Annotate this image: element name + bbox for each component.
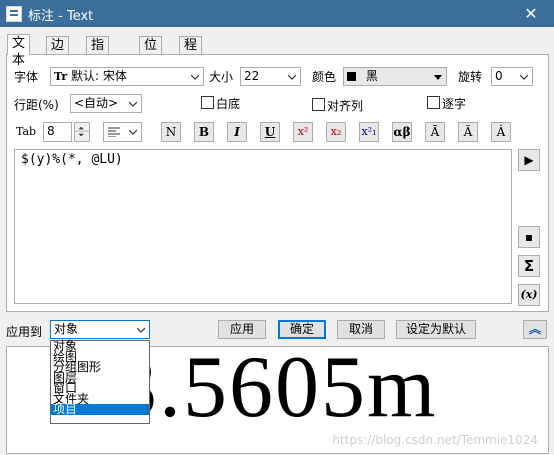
set-default-button[interactable]: 设定为默认 [396, 320, 476, 339]
chevron-down-icon [129, 129, 137, 135]
greek-button[interactable]: αβ [392, 122, 412, 142]
chevron-down-icon [129, 101, 137, 107]
title-bar: 标注 - Text ✕ [0, 0, 554, 27]
ok-button[interactable]: 确定 [278, 320, 326, 339]
superscript-button[interactable]: x² [293, 122, 313, 142]
underline-button[interactable]: U [260, 122, 280, 142]
alignment-select[interactable] [103, 122, 142, 142]
font-select[interactable]: Tr 默认: 宋体 [50, 67, 204, 86]
app-icon [6, 6, 22, 22]
per-character-checkbox[interactable] [427, 96, 440, 109]
apply-button[interactable]: 应用 [218, 320, 266, 339]
size-value: 22 [244, 69, 260, 83]
apply-to-value: 对象 [54, 322, 79, 336]
expand-arrow-button[interactable]: ▶ [518, 149, 540, 171]
pin-icon: ▪ [524, 230, 534, 244]
tab-programming[interactable]: 程序控制 [179, 36, 203, 104]
dropdown-option-selected[interactable]: 项目 [51, 403, 149, 415]
truetype-icon: Tr [54, 70, 68, 83]
window-title: 标注 - Text [28, 9, 94, 24]
tab-border[interactable]: 边框 [46, 36, 70, 70]
collapse-button[interactable]: ︽ [523, 320, 547, 339]
chevron-down-icon [520, 74, 528, 80]
tab-width-value: 8 [47, 124, 55, 138]
align-left-icon [108, 127, 120, 137]
rotate-select[interactable]: 0 [491, 67, 533, 86]
white-background-checkbox[interactable] [201, 96, 214, 109]
caret-down-icon [434, 75, 442, 80]
supersubscript-button[interactable]: x²₁ [359, 122, 379, 142]
cancel-button[interactable]: 取消 [337, 320, 385, 339]
italic-button[interactable]: I [227, 122, 247, 142]
color-swatch [347, 72, 356, 81]
tab-leader-line[interactable]: 指引线 [86, 36, 110, 87]
font-label: 字体 [14, 70, 39, 84]
overline-button[interactable]: Ā [425, 122, 445, 142]
size-select[interactable]: 22 [240, 67, 301, 86]
text-content: $(y)%(*, @LU) [21, 152, 123, 167]
close-button[interactable]: ✕ [508, 0, 554, 27]
align-columns-checkbox[interactable] [312, 98, 325, 111]
insert-variable-button[interactable]: ▪ [518, 226, 540, 248]
subscript-button[interactable]: x₂ [326, 122, 346, 142]
line-spacing-value: <自动> [74, 96, 119, 110]
double-chevron-up-icon: ︽ [528, 322, 541, 336]
tab-label: Tab [16, 125, 37, 138]
normal-button[interactable]: N [161, 122, 181, 142]
per-character-label: 逐字 [442, 97, 467, 111]
sigma-button[interactable]: Σ [518, 255, 540, 277]
tab-width-spinner[interactable] [74, 122, 90, 142]
chevron-down-icon [137, 327, 145, 333]
rotate-label: 旋转 [458, 70, 483, 84]
function-button[interactable]: (x) [518, 284, 540, 306]
chevron-down-icon [288, 74, 296, 80]
tilde-button[interactable]: Ã [458, 122, 478, 142]
fx-icon: (x) [520, 288, 538, 301]
white-background-label: 白底 [216, 97, 241, 111]
spinner-arrows-icon [75, 126, 89, 137]
color-value: 黑 [365, 69, 378, 83]
color-label: 颜色 [312, 70, 337, 84]
line-spacing-select[interactable]: <自动> [70, 94, 142, 113]
apply-to-label: 应用到 [6, 325, 43, 339]
align-columns-label: 对齐列 [327, 99, 364, 113]
line-spacing-label: 行距(%) [14, 98, 59, 112]
apply-to-select[interactable]: 对象 [50, 320, 150, 339]
sigma-icon: Σ [523, 257, 535, 275]
tab-position[interactable]: 位置 [139, 36, 163, 70]
tab-text[interactable]: 文本 [7, 34, 31, 68]
watermark: https://blog.csdn.net/Temmie1024 [332, 433, 538, 447]
text-editor[interactable]: $(y)%(*, @LU) [14, 149, 512, 304]
size-label: 大小 [209, 70, 234, 84]
chevron-down-icon [191, 74, 199, 80]
dot-accent-button[interactable]: Ȧ [491, 122, 511, 142]
play-icon: ▶ [524, 153, 534, 167]
apply-to-dropdown-list: 对象 绘图 分组图形 图层 窗口 文件夹 项目 [50, 340, 150, 424]
font-value: 默认: 宋体 [71, 69, 127, 83]
rotate-value: 0 [495, 69, 503, 83]
bold-button[interactable]: B [194, 122, 214, 142]
tab-width-input[interactable]: 8 [43, 122, 72, 142]
color-select[interactable]: 黑 [343, 67, 447, 86]
